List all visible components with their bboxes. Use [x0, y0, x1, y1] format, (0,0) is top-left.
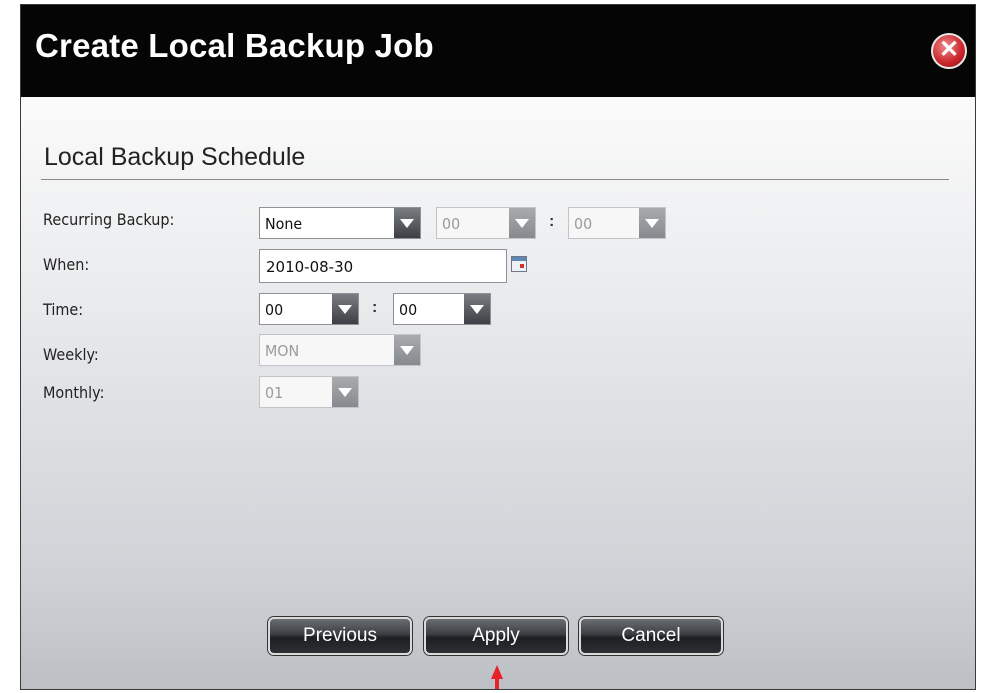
monthly-value: 01: [265, 384, 284, 402]
chevron-down-icon: [332, 294, 358, 324]
arrow-stem: [495, 677, 499, 689]
dialog-title: Create Local Backup Job: [35, 27, 434, 64]
recurring-minute-value: 00: [574, 215, 593, 233]
close-icon: ✕: [938, 36, 960, 63]
time-label: Time:: [43, 300, 84, 319]
recurring-hour-select[interactable]: 00: [436, 207, 536, 239]
time-separator: :: [372, 299, 378, 316]
close-button[interactable]: ✕: [931, 33, 967, 69]
recurring-hour-value: 00: [442, 215, 461, 233]
recurring-backup-value: None: [265, 215, 303, 233]
recurring-time-separator: :: [549, 213, 555, 230]
time-minute-select[interactable]: 00: [393, 293, 491, 325]
time-hour-select[interactable]: 00: [259, 293, 359, 325]
dialog-titlebar: Create Local Backup Job ✕: [21, 5, 975, 97]
cancel-button[interactable]: Cancel: [579, 617, 723, 655]
previous-button[interactable]: Previous: [268, 617, 412, 655]
chevron-down-icon: [639, 208, 665, 238]
weekly-value: MON: [265, 342, 300, 360]
recurring-backup-select[interactable]: None: [259, 207, 421, 239]
chevron-down-icon: [509, 208, 535, 238]
create-local-backup-dialog: Create Local Backup Job ✕ Local Backup S…: [20, 4, 976, 690]
recurring-minute-select[interactable]: 00: [568, 207, 666, 239]
when-label: When:: [43, 255, 90, 274]
when-date-value: 2010-08-30: [266, 258, 354, 276]
calendar-icon[interactable]: [511, 256, 527, 272]
when-date-input[interactable]: 2010-08-30: [259, 249, 507, 283]
apply-button[interactable]: Apply: [424, 617, 568, 655]
time-hour-value: 00: [265, 301, 284, 319]
weekly-select[interactable]: MON: [259, 334, 421, 366]
chevron-down-icon: [394, 208, 420, 238]
chevron-down-icon: [464, 294, 490, 324]
section-divider: [41, 179, 949, 180]
recurring-backup-label: Recurring Backup:: [43, 210, 175, 229]
weekly-label: Weekly:: [43, 345, 99, 364]
section-title: Local Backup Schedule: [44, 143, 306, 171]
chevron-down-icon: [394, 335, 420, 365]
monthly-label: Monthly:: [43, 383, 105, 402]
chevron-down-icon: [332, 377, 358, 407]
time-minute-value: 00: [399, 301, 418, 319]
monthly-select[interactable]: 01: [259, 376, 359, 408]
